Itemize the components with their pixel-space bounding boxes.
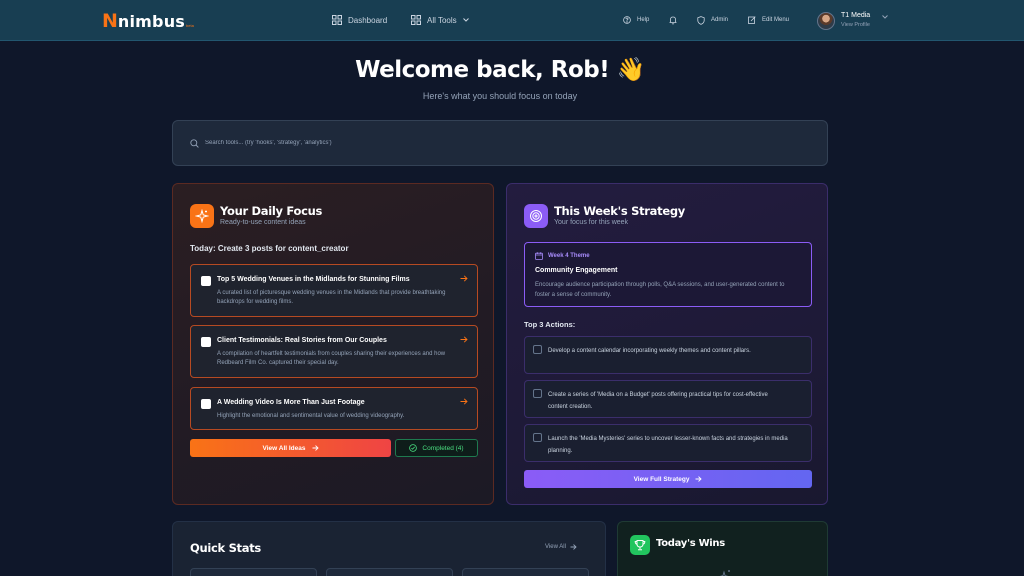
grid-icon [332, 15, 342, 25]
view-full-strategy-label: View Full Strategy [633, 475, 690, 483]
daily-focus-card: Your Daily Focus Ready-to-use content id… [172, 183, 494, 505]
nav-dashboard[interactable]: Dashboard [332, 12, 387, 28]
arrow-right-icon [695, 476, 703, 482]
help-circle-icon [623, 16, 631, 24]
daily-focus-title: Your Daily Focus [220, 204, 323, 218]
idea-checkbox[interactable] [201, 337, 211, 347]
logo-mark: N [102, 10, 118, 32]
logo-text: nimbus [117, 12, 186, 31]
search-icon [190, 139, 199, 148]
notifications-button[interactable] [669, 12, 677, 28]
idea-description: A curated list of picturesque wedding ve… [217, 290, 446, 305]
logo[interactable]: N nimbus beta [102, 11, 194, 31]
action-checkbox[interactable] [533, 433, 542, 442]
search-bar[interactable] [172, 120, 828, 166]
arrow-right-icon[interactable] [460, 275, 468, 282]
view-all-label: View All [545, 544, 566, 550]
action-item[interactable]: Create a series of 'Media on a Budget' p… [524, 380, 812, 418]
idea-checkbox[interactable] [201, 276, 211, 286]
nav-admin[interactable]: Admin [697, 12, 728, 28]
action-item[interactable]: Develop a content calendar incorporating… [524, 336, 812, 374]
calendar-icon [535, 252, 543, 260]
stat-tile[interactable] [462, 568, 589, 576]
action-checkbox[interactable] [533, 345, 542, 354]
todays-wins-title: Today's Wins [656, 538, 725, 549]
action-item[interactable]: Launch the 'Media Mysteries' series to u… [524, 424, 812, 462]
arrow-right-icon[interactable] [460, 398, 468, 405]
week-theme-box: Week 4 Theme Community Engagement Encour… [524, 242, 812, 307]
nav-all-tools-label: All Tools [427, 15, 457, 25]
nav-admin-label: Admin [711, 17, 729, 23]
idea-item[interactable]: Top 5 Wedding Venues in the Midlands for… [190, 264, 478, 317]
bell-icon [669, 16, 677, 24]
logo-tag: beta [186, 23, 194, 28]
nav-dashboard-label: Dashboard [348, 15, 388, 25]
week-theme-title: Community Engagement [535, 267, 618, 274]
shield-icon [697, 15, 705, 25]
view-all-ideas-button[interactable]: View All Ideas [190, 439, 391, 457]
todays-wins-card: Today's Wins [617, 521, 828, 576]
nav-help-label: Help [637, 17, 650, 23]
idea-title: A Wedding Video Is More Than Just Footag… [217, 399, 365, 406]
quick-stats-card: Quick Stats View All [172, 521, 606, 576]
edit-icon [748, 16, 756, 24]
action-checkbox[interactable] [533, 389, 542, 398]
arrow-right-icon[interactable] [460, 336, 468, 343]
week-theme-description: Encourage audience participation through… [535, 282, 785, 298]
top-nav: N nimbus beta Dashboard All Tools Help A… [0, 0, 1024, 41]
strategy-title: This Week's Strategy [554, 204, 685, 218]
quick-stats-title: Quick Stats [190, 541, 261, 555]
nav-all-tools[interactable]: All Tools [411, 12, 469, 28]
stat-tile[interactable] [326, 568, 453, 576]
action-text: Create a series of 'Media on a Budget' p… [548, 392, 768, 410]
nav-edit-menu[interactable]: Edit Menu [748, 12, 789, 28]
page-subtitle: Here's what you should focus on today [422, 91, 578, 101]
arrow-right-icon [312, 445, 319, 451]
week-theme-label-text: Week 4 Theme [548, 253, 590, 259]
grid-icon [411, 15, 421, 25]
chevron-down-icon [462, 18, 469, 22]
week-theme-label: Week 4 Theme [535, 252, 590, 260]
check-circle-icon [409, 444, 418, 452]
chevron-down-icon[interactable] [882, 15, 888, 19]
avatar[interactable] [817, 12, 835, 30]
completed-label: Completed (4) [422, 444, 464, 452]
view-profile-link[interactable]: View Profile [841, 22, 870, 28]
daily-focus-heading: Today: Create 3 posts for content_creato… [190, 244, 349, 253]
idea-checkbox[interactable] [201, 399, 211, 409]
action-text: Launch the 'Media Mysteries' series to u… [548, 436, 788, 454]
idea-title: Client Testimonials: Real Stories from O… [217, 337, 387, 344]
view-all-ideas-label: View All Ideas [262, 444, 306, 452]
idea-title: Top 5 Wedding Venues in the Midlands for… [217, 276, 410, 283]
stat-tile[interactable] [190, 568, 317, 576]
idea-item[interactable]: A Wedding Video Is More Than Just Footag… [190, 387, 478, 430]
search-input[interactable] [205, 136, 805, 150]
profile-name[interactable]: T1 Media [841, 12, 870, 19]
trophy-icon [630, 535, 650, 555]
view-full-strategy-button[interactable]: View Full Strategy [524, 470, 812, 488]
target-icon [524, 204, 548, 228]
arrow-right-icon [570, 544, 577, 550]
nav-help[interactable]: Help [623, 12, 649, 28]
idea-description: A compilation of heartfelt testimonials … [217, 351, 446, 366]
weekly-strategy-card: This Week's Strategy Your focus for this… [506, 183, 828, 505]
sparkles-icon [190, 204, 214, 228]
sparkles-icon [719, 570, 730, 576]
idea-item[interactable]: Client Testimonials: Real Stories from O… [190, 325, 478, 378]
view-all-stats-link[interactable]: View All [545, 544, 577, 550]
completed-button[interactable]: Completed (4) [395, 439, 478, 457]
top-actions-heading: Top 3 Actions: [524, 320, 576, 329]
page-title: Welcome back, Rob! 👋 [355, 57, 645, 83]
action-text: Develop a content calendar incorporating… [548, 348, 751, 354]
idea-description: Highlight the emotional and sentimental … [217, 413, 405, 419]
strategy-subtitle: Your focus for this week [554, 219, 629, 226]
daily-focus-subtitle: Ready-to-use content ideas [220, 219, 306, 226]
nav-edit-menu-label: Edit Menu [762, 17, 790, 23]
